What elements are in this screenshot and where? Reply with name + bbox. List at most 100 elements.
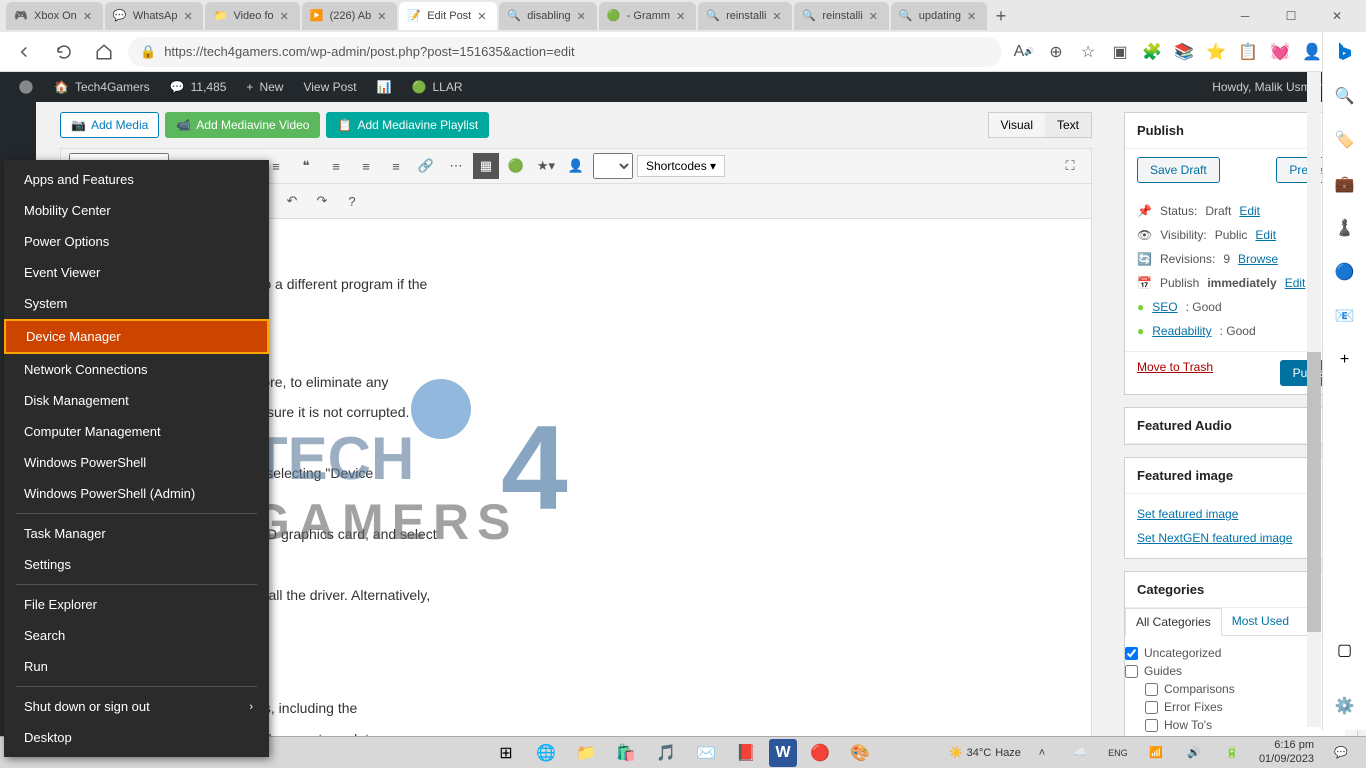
- more-button[interactable]: ⋯: [443, 153, 469, 179]
- close-icon[interactable]: ✕: [676, 10, 688, 22]
- all-categories-tab[interactable]: All Categories: [1125, 608, 1222, 636]
- address-bar[interactable]: 🔒 https://tech4gamers.com/wp-admin/post.…: [128, 37, 1002, 67]
- onedrive-tray-icon[interactable]: ☁️: [1063, 737, 1097, 769]
- visual-tab[interactable]: Visual: [989, 113, 1045, 137]
- winx-apps-features[interactable]: Apps and Features: [4, 164, 269, 195]
- opera-taskbar-icon[interactable]: 🔴: [803, 737, 837, 769]
- edge-icon[interactable]: 🔵: [1333, 260, 1357, 284]
- add-mediavine-playlist-button[interactable]: 📋 Add Mediavine Playlist: [326, 112, 489, 138]
- align-left-button[interactable]: ≡: [323, 153, 349, 179]
- star-button[interactable]: ★▾: [533, 153, 559, 179]
- winx-device-manager[interactable]: Device Manager: [4, 319, 269, 354]
- cat-errorfixes-checkbox[interactable]: [1145, 701, 1158, 714]
- comments-link[interactable]: 💬 11,485: [160, 72, 237, 102]
- winx-run[interactable]: Run: [4, 651, 269, 682]
- close-icon[interactable]: ✕: [869, 10, 881, 22]
- add-mediavine-video-button[interactable]: 📹 Add Mediavine Video: [165, 112, 320, 138]
- briefcase-icon[interactable]: 💼: [1333, 172, 1357, 196]
- paint-taskbar-icon[interactable]: 🎨: [843, 737, 877, 769]
- fullscreen-button[interactable]: ⛶: [1057, 153, 1083, 179]
- close-icon[interactable]: ✕: [377, 10, 389, 22]
- winx-computer-management[interactable]: Computer Management: [4, 416, 269, 447]
- yoast-link[interactable]: 📊: [367, 72, 402, 102]
- winx-file-explorer[interactable]: File Explorer: [4, 589, 269, 620]
- winx-shutdown[interactable]: Shut down or sign out›: [4, 691, 269, 722]
- collections-icon[interactable]: 📚: [1170, 38, 1198, 66]
- text-tab[interactable]: Text: [1045, 113, 1091, 137]
- bing-icon[interactable]: [1333, 40, 1357, 64]
- settings-sidebar-icon[interactable]: ⚙️: [1333, 694, 1357, 718]
- winx-powershell[interactable]: Windows PowerShell: [4, 447, 269, 478]
- tray-chevron-icon[interactable]: ˄: [1025, 737, 1059, 769]
- green-circle-button[interactable]: 🟢: [503, 153, 529, 179]
- cat-uncategorized-checkbox[interactable]: [1125, 647, 1138, 660]
- tab-youtube[interactable]: ▶️(226) Ab✕: [302, 2, 398, 30]
- weather-icon[interactable]: ☀️: [949, 746, 963, 759]
- new-tab-button[interactable]: +: [989, 4, 1013, 28]
- notifications-tray-icon[interactable]: 💬: [1324, 737, 1358, 769]
- move-to-trash-link[interactable]: Move to Trash: [1137, 360, 1213, 386]
- window-close[interactable]: ✕: [1314, 0, 1360, 32]
- winx-power-options[interactable]: Power Options: [4, 226, 269, 257]
- ext4-icon[interactable]: ⭐: [1202, 38, 1230, 66]
- winx-task-manager[interactable]: Task Manager: [4, 518, 269, 549]
- read-aloud-icon[interactable]: A🔊: [1010, 38, 1038, 66]
- winx-event-viewer[interactable]: Event Viewer: [4, 257, 269, 288]
- align-right-button[interactable]: ≡: [383, 153, 409, 179]
- browse-revisions-link[interactable]: Browse: [1238, 252, 1278, 266]
- winx-desktop[interactable]: Desktop: [4, 722, 269, 753]
- person-button[interactable]: 👤: [563, 153, 589, 179]
- quote-button[interactable]: ❝: [293, 153, 319, 179]
- store-taskbar-icon[interactable]: 🛍️: [609, 737, 643, 769]
- edit-status-link[interactable]: Edit: [1239, 204, 1260, 218]
- close-icon[interactable]: ✕: [183, 10, 195, 22]
- ext6-icon[interactable]: 💓: [1266, 38, 1294, 66]
- cat-howtos-checkbox[interactable]: [1145, 719, 1158, 732]
- language-tray-icon[interactable]: ENG: [1101, 737, 1135, 769]
- close-icon[interactable]: ✕: [83, 10, 95, 22]
- tab-disabling[interactable]: 🔍disabling✕: [499, 2, 596, 30]
- battery-tray-icon[interactable]: 🔋: [1215, 737, 1249, 769]
- tab-reinstall2[interactable]: 🔍reinstalli✕: [794, 2, 888, 30]
- winx-mobility-center[interactable]: Mobility Center: [4, 195, 269, 226]
- close-icon[interactable]: ✕: [772, 10, 784, 22]
- readability-link[interactable]: Readability: [1152, 324, 1211, 338]
- new-link[interactable]: + New: [236, 72, 293, 102]
- home-button[interactable]: [88, 36, 120, 68]
- ext5-icon[interactable]: 📋: [1234, 38, 1262, 66]
- link-button[interactable]: 🔗: [413, 153, 439, 179]
- undo-button[interactable]: ↶: [279, 188, 305, 214]
- tab-drive[interactable]: 📁Video fo✕: [205, 2, 299, 30]
- winx-network-connections[interactable]: Network Connections: [4, 354, 269, 385]
- set-featured-image-link[interactable]: Set featured image: [1137, 507, 1238, 521]
- refresh-button[interactable]: [48, 36, 80, 68]
- tab-reinstall1[interactable]: 🔍reinstalli✕: [698, 2, 792, 30]
- search-sidebar-icon[interactable]: 🔍: [1333, 84, 1357, 108]
- mail-taskbar-icon[interactable]: ✉️: [689, 737, 723, 769]
- media-taskbar-icon[interactable]: 🎵: [649, 737, 683, 769]
- cat-guides-checkbox[interactable]: [1125, 665, 1138, 678]
- word-taskbar-icon[interactable]: W: [769, 739, 797, 767]
- shortcodes-dropdown[interactable]: Shortcodes ▾: [637, 155, 725, 177]
- edit-visibility-link[interactable]: Edit: [1255, 228, 1276, 242]
- add-media-button[interactable]: 📷 Add Media: [60, 112, 159, 138]
- tab-grammarly[interactable]: 🟢 - Gramm✕: [599, 2, 696, 30]
- winx-disk-management[interactable]: Disk Management: [4, 385, 269, 416]
- volume-tray-icon[interactable]: 🔊: [1177, 737, 1211, 769]
- font-size-select[interactable]: [593, 153, 633, 179]
- toggle-toolbar-button[interactable]: ▦: [473, 153, 499, 179]
- back-button[interactable]: [8, 36, 40, 68]
- window-maximize[interactable]: ☐: [1268, 0, 1314, 32]
- llar-link[interactable]: 🟢 LLAR: [402, 72, 473, 102]
- tab-xbox[interactable]: 🎮Xbox On✕: [6, 2, 103, 30]
- close-icon[interactable]: ✕: [577, 10, 589, 22]
- winx-settings[interactable]: Settings: [4, 549, 269, 580]
- outlook-icon[interactable]: 📧: [1333, 304, 1357, 328]
- window-minimize[interactable]: ─: [1222, 0, 1268, 32]
- wp-logo[interactable]: [8, 72, 44, 102]
- site-link[interactable]: 🏠 Tech4Gamers: [44, 72, 160, 102]
- extensions-icon[interactable]: 🧩: [1138, 38, 1166, 66]
- tab-whatsapp[interactable]: 💬WhatsAp✕: [105, 2, 204, 30]
- wifi-tray-icon[interactable]: 📶: [1139, 737, 1173, 769]
- winx-system[interactable]: System: [4, 288, 269, 319]
